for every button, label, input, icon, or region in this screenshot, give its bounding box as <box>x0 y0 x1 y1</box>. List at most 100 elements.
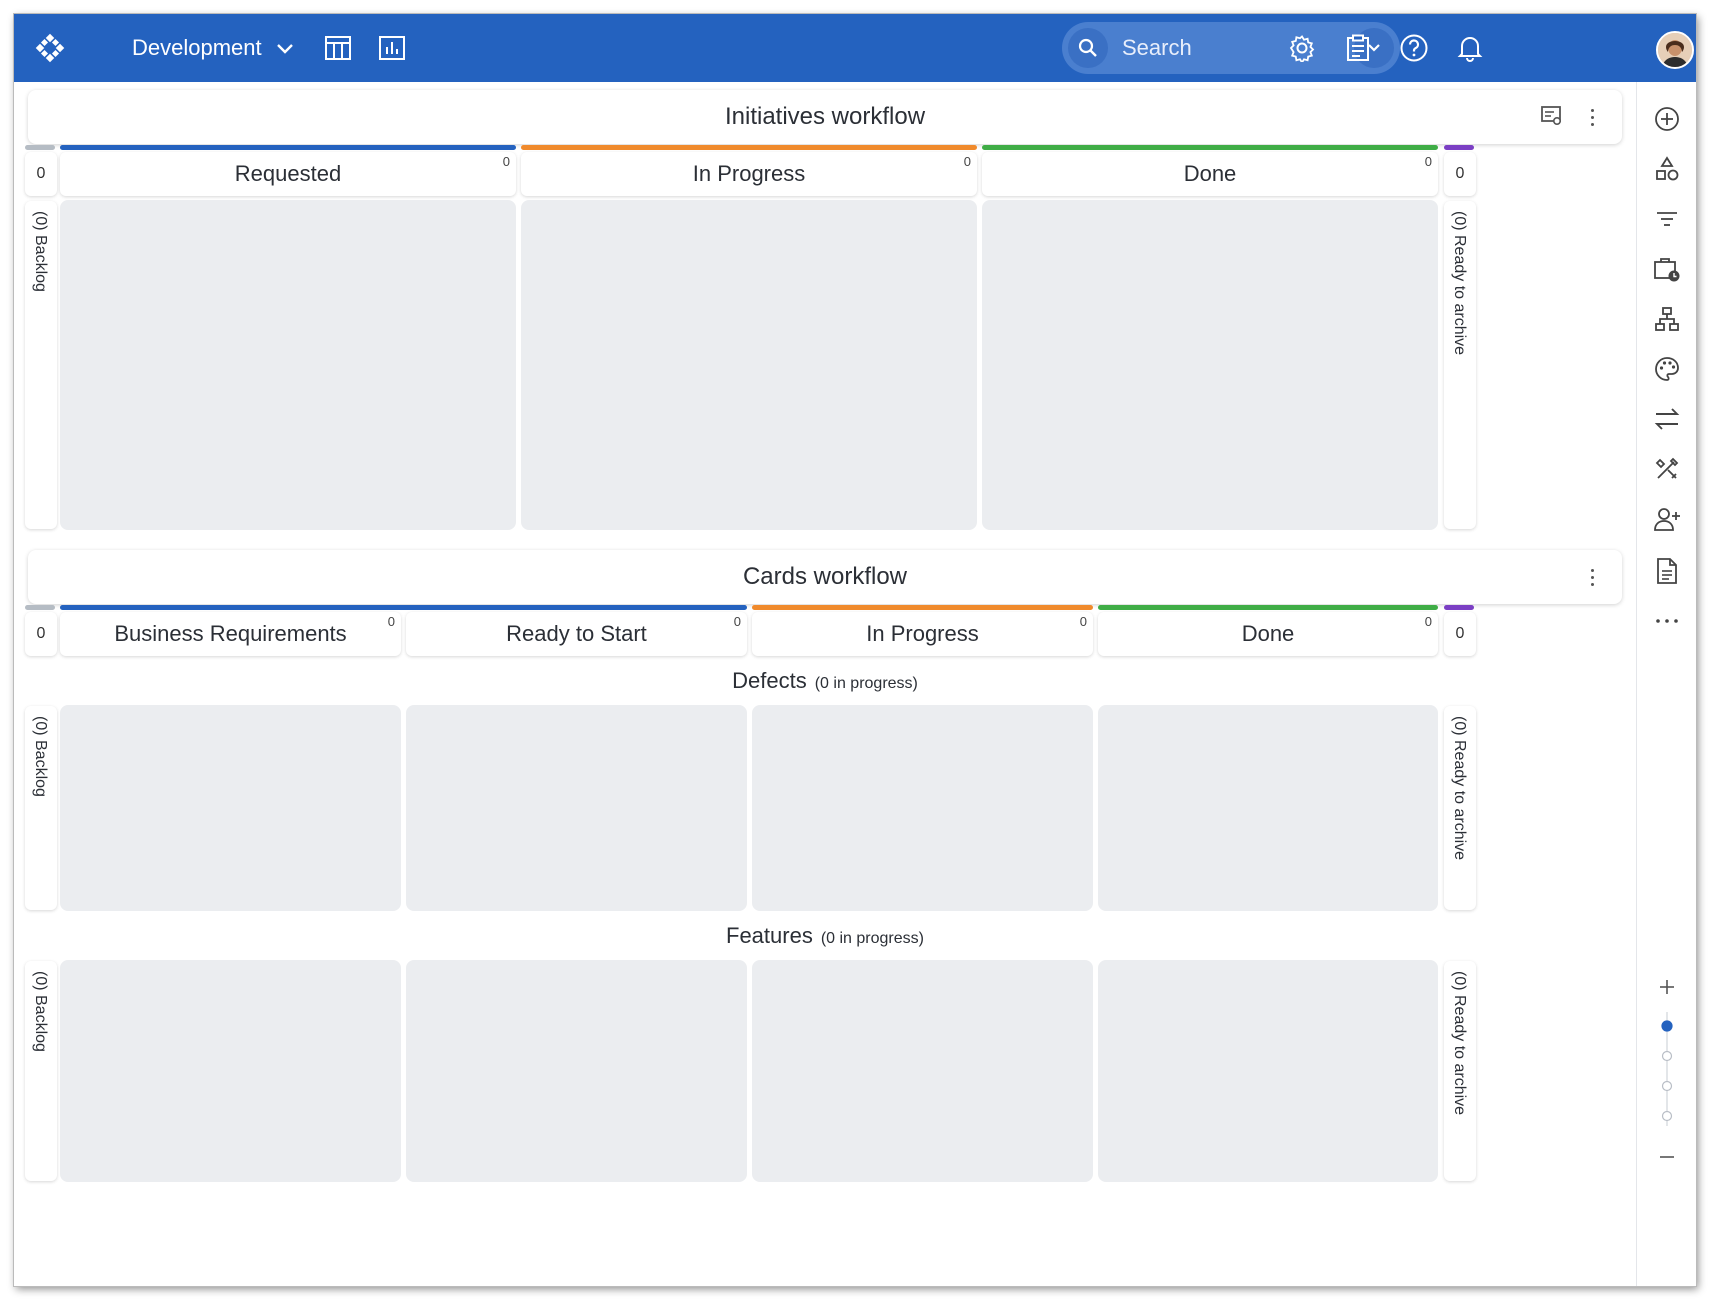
app-window: Development Search Initiatives workflow … <box>14 14 1696 1286</box>
features-backlog-drawer[interactable]: (0) Backlog <box>25 961 57 1181</box>
in-progress-color-bar <box>752 605 1093 610</box>
features-archive-drawer[interactable]: (0) Ready to archive <box>1444 961 1476 1181</box>
column-label: Business Requirements <box>114 621 347 646</box>
document-icon[interactable] <box>1652 556 1682 586</box>
zoom-in-icon[interactable] <box>1652 972 1682 1002</box>
add-circle-icon[interactable] <box>1652 104 1682 134</box>
zoom-out-icon[interactable] <box>1652 1142 1682 1172</box>
bell-icon[interactable] <box>1454 32 1486 64</box>
defects-dropzone[interactable] <box>752 705 1093 911</box>
cards-workflow-header: Cards workflow <box>28 550 1622 604</box>
column-count: 0 <box>1424 614 1432 629</box>
analytics-icon[interactable] <box>376 32 408 64</box>
defects-archive-drawer[interactable]: (0) Ready to archive <box>1444 706 1476 910</box>
top-bar: Development <box>14 14 1696 82</box>
column-count: 0 <box>1079 614 1087 629</box>
column-label: Done <box>1241 621 1295 646</box>
board-name: Development <box>132 35 262 60</box>
shapes-icon[interactable] <box>1652 154 1682 184</box>
archive-label: (0) Ready to archive <box>1451 716 1468 861</box>
clipboard-icon[interactable] <box>1342 32 1374 64</box>
zoom-step[interactable] <box>1661 1080 1673 1092</box>
chevron-down-icon <box>276 35 294 61</box>
backlog-color-bar <box>25 605 55 610</box>
features-dropzone[interactable] <box>752 960 1093 1182</box>
card-settings-icon[interactable] <box>1540 105 1564 134</box>
archive-count: 0 <box>1455 625 1465 642</box>
app-logo-icon[interactable] <box>34 32 66 64</box>
defects-dropzone[interactable] <box>1098 705 1438 911</box>
archive-count: 0 <box>1455 165 1465 182</box>
zoom-step[interactable] <box>1661 1110 1673 1122</box>
archive-label: (0) Ready to archive <box>1451 211 1468 356</box>
add-user-icon[interactable] <box>1652 504 1682 534</box>
features-dropzone[interactable] <box>60 960 401 1182</box>
swap-arrows-icon[interactable] <box>1652 404 1682 434</box>
more-icon[interactable] <box>1652 606 1682 636</box>
gear-icon[interactable] <box>1286 32 1318 64</box>
archive-header[interactable]: 0 <box>1444 612 1476 656</box>
archive-label: (0) Ready to archive <box>1451 971 1468 1116</box>
column-requested[interactable]: Requested 0 <box>60 152 516 196</box>
column-label: In Progress <box>692 161 806 186</box>
archive-color-bar <box>1444 145 1474 150</box>
zoom-slider[interactable] <box>1652 1010 1682 1130</box>
palette-icon[interactable] <box>1652 354 1682 384</box>
initiatives-more-icon[interactable] <box>1586 103 1598 131</box>
briefcase-clock-icon[interactable] <box>1652 254 1682 284</box>
done-dropzone[interactable] <box>982 200 1438 530</box>
lane-status: (0 in progress) <box>814 675 918 692</box>
cards-more-icon[interactable] <box>1586 563 1598 591</box>
hierarchy-icon[interactable] <box>1652 304 1682 334</box>
archive-drawer[interactable]: (0) Ready to archive <box>1444 201 1476 529</box>
in-progress-dropzone[interactable] <box>521 200 977 530</box>
initiatives-workflow-header: Initiatives workflow <box>28 90 1622 144</box>
column-ready-to-start[interactable]: Ready to Start 0 <box>406 612 747 656</box>
column-count: 0 <box>1424 154 1432 169</box>
column-done[interactable]: Done 0 <box>982 152 1438 196</box>
filter-icon[interactable] <box>1652 204 1682 234</box>
tools-icon[interactable] <box>1652 454 1682 484</box>
column-count: 0 <box>502 154 510 169</box>
defects-dropzone[interactable] <box>60 705 401 911</box>
search-icon[interactable] <box>1068 28 1108 68</box>
lane-name: Defects <box>732 668 807 693</box>
avatar[interactable] <box>1656 31 1694 69</box>
archive-color-bar <box>1444 605 1474 610</box>
backlog-count: 0 <box>36 625 46 642</box>
backlog-label: (0) Backlog <box>32 211 49 292</box>
board-switcher[interactable]: Development <box>132 32 294 64</box>
right-toolbar <box>1636 82 1696 1286</box>
defects-backlog-drawer[interactable]: (0) Backlog <box>25 706 57 910</box>
lane-features-label[interactable]: Features (0 in progress) <box>14 923 1636 949</box>
backlog-header[interactable]: 0 <box>25 612 57 656</box>
column-count: 0 <box>733 614 741 629</box>
backlog-count: 0 <box>36 165 46 182</box>
features-dropzone[interactable] <box>406 960 747 1182</box>
board-view-icon[interactable] <box>322 32 354 64</box>
backlog-header[interactable]: 0 <box>25 152 57 196</box>
cards-workflow-title: Cards workflow <box>742 563 908 590</box>
column-label: Done <box>1183 161 1237 186</box>
backlog-label: (0) Backlog <box>32 716 49 797</box>
column-count: 0 <box>387 614 395 629</box>
column-in-progress[interactable]: In Progress 0 <box>752 612 1093 656</box>
defects-dropzone[interactable] <box>406 705 747 911</box>
zoom-step[interactable] <box>1661 1050 1673 1062</box>
requested-dropzone[interactable] <box>60 200 516 530</box>
archive-header[interactable]: 0 <box>1444 152 1476 196</box>
column-done[interactable]: Done 0 <box>1098 612 1438 656</box>
lane-defects-label[interactable]: Defects (0 in progress) <box>14 668 1636 694</box>
in-progress-color-bar <box>521 145 977 150</box>
features-dropzone[interactable] <box>1098 960 1438 1182</box>
done-color-bar <box>1098 605 1438 610</box>
backlog-label: (0) Backlog <box>32 971 49 1052</box>
column-count: 0 <box>963 154 971 169</box>
help-icon[interactable] <box>1398 32 1430 64</box>
column-in-progress[interactable]: In Progress 0 <box>521 152 977 196</box>
lane-name: Features <box>726 923 813 948</box>
done-color-bar <box>982 145 1438 150</box>
zoom-step[interactable] <box>1661 1020 1673 1032</box>
column-business-requirements[interactable]: Business Requirements 0 <box>60 612 401 656</box>
backlog-drawer[interactable]: (0) Backlog <box>25 201 57 529</box>
